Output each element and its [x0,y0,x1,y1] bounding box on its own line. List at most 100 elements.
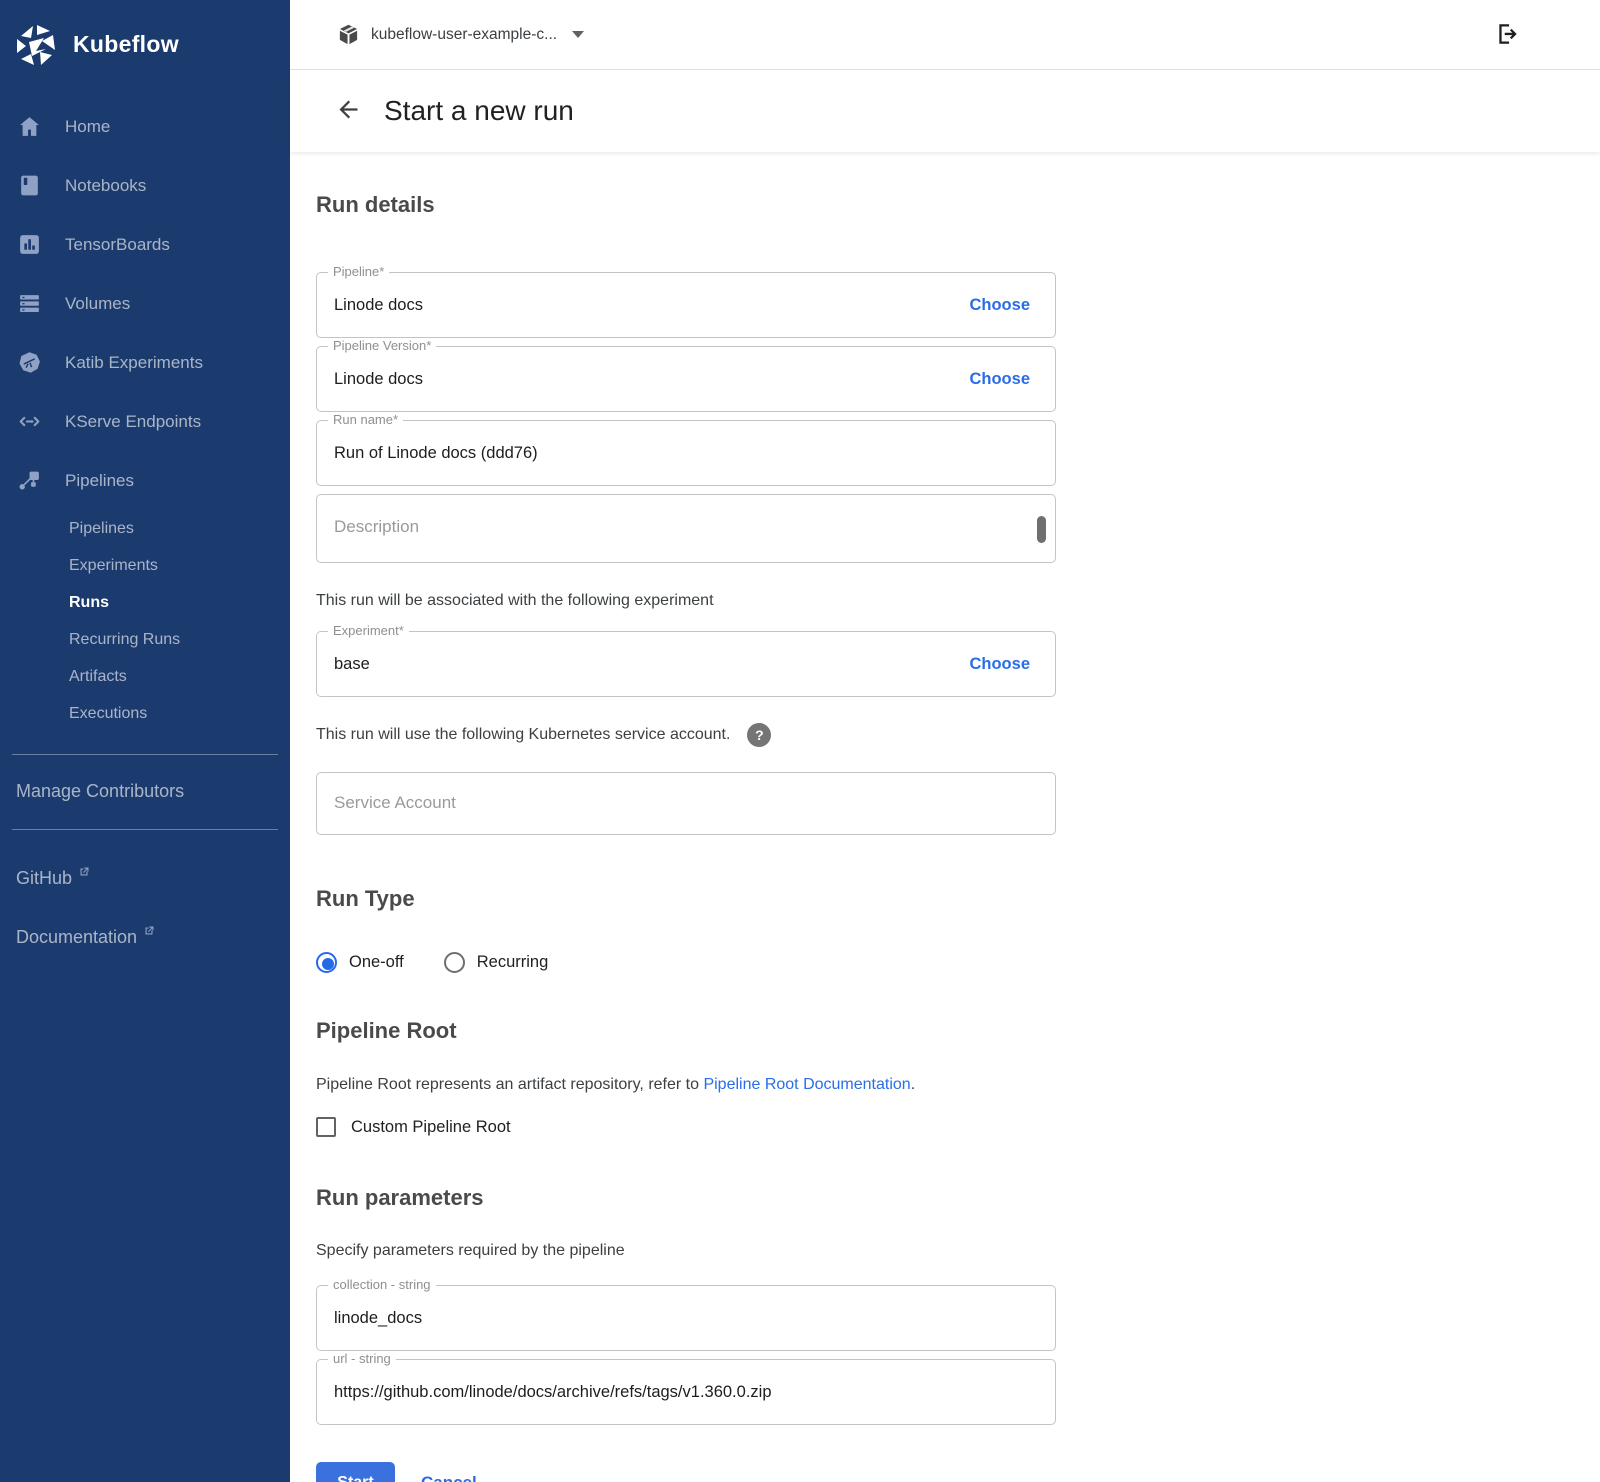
logo-text: Kubeflow [73,31,179,58]
subnav-item-runs[interactable]: Runs [0,584,290,621]
sidebar-item-label: Pipelines [65,471,134,491]
external-link-label: Documentation [16,927,137,948]
sidebar-item-label: Home [65,117,110,137]
param-collection-field: collection - string [316,1285,1056,1351]
subnav-item-artifacts[interactable]: Artifacts [0,658,290,695]
run-name-field: Run name* [316,420,1056,486]
sidebar-nav: Home Notebooks TensorBoards Volumes Kati… [0,97,290,732]
param-url-input[interactable] [334,1383,1038,1402]
kubeflow-logo[interactable]: Kubeflow [0,0,290,74]
service-account-note: This run will use the following Kubernet… [316,726,730,744]
sidebar-item-label: TensorBoards [65,235,170,255]
sidebar-item-notebooks[interactable]: Notebooks [0,156,290,215]
sidebar-item-label: Volumes [65,294,130,314]
endpoints-icon [17,409,42,434]
radio-selected-icon[interactable] [316,952,337,973]
pipeline-root-text: Pipeline Root represents an artifact rep… [316,1076,1056,1094]
pipeline-root-text-after: . [911,1076,915,1093]
main-area: kubeflow-user-example-c... Start a new r… [290,0,1600,1482]
subnav-item-recurring-runs[interactable]: Recurring Runs [0,621,290,658]
run-type-heading: Run Type [316,886,1056,912]
sidebar-item-home[interactable]: Home [0,97,290,156]
experiment-input[interactable] [334,655,961,674]
katib-icon [17,350,42,375]
radio-option-recurring[interactable]: Recurring [444,952,549,973]
run-parameters-subtitle: Specify parameters required by the pipel… [316,1242,1056,1260]
pipeline-version-field: Pipeline Version* Choose [316,346,1056,412]
cancel-button[interactable]: Cancel [421,1473,477,1482]
back-arrow-icon [335,96,362,123]
checkbox-unchecked-icon[interactable] [316,1117,336,1137]
pipeline-version-choose-button[interactable]: Choose [961,370,1038,389]
subnav-label: Executions [69,705,147,723]
sidebar-item-label: KServe Endpoints [65,412,201,432]
notebook-icon [17,173,42,198]
pipeline-version-field-label: Pipeline Version* [328,338,436,353]
pipelines-icon [17,468,42,493]
subnav-label: Experiments [69,557,158,575]
home-icon [17,114,42,139]
sidebar-item-tensorboards[interactable]: TensorBoards [0,215,290,274]
start-button[interactable]: Start [316,1462,395,1482]
sidebar-item-manage-contributors[interactable]: Manage Contributors [0,755,290,829]
pipeline-root-doc-link[interactable]: Pipeline Root Documentation [703,1076,910,1093]
checkbox-label: Custom Pipeline Root [351,1118,511,1137]
tensorboard-icon [17,232,42,257]
volumes-icon [17,291,42,316]
service-account-note-row: This run will use the following Kubernet… [316,723,1056,747]
service-account-input[interactable] [317,773,1017,813]
topbar: kubeflow-user-example-c... [290,0,1600,70]
sidebar-item-volumes[interactable]: Volumes [0,274,290,333]
pipeline-choose-button[interactable]: Choose [961,296,1038,315]
namespace-selector[interactable]: kubeflow-user-example-c... [337,23,584,46]
sidebar-item-kserve-endpoints[interactable]: KServe Endpoints [0,392,290,451]
radio-unselected-icon[interactable] [444,952,465,973]
run-type-options: One-off Recurring [316,952,1056,973]
subnav-label: Artifacts [69,668,127,686]
help-icon[interactable]: ? [747,723,771,747]
sidebar-link-documentation[interactable]: Documentation [0,927,290,948]
description-field [316,494,1056,563]
sidebar-item-pipelines[interactable]: Pipelines [0,451,290,510]
custom-pipeline-root-option[interactable]: Custom Pipeline Root [316,1117,1056,1137]
experiment-field-label: Experiment* [328,623,409,638]
param-url-label: url - string [328,1351,396,1366]
experiment-choose-button[interactable]: Choose [961,655,1038,674]
subnav-label: Pipelines [69,520,134,538]
service-account-field [316,772,1056,835]
param-collection-label: collection - string [328,1277,436,1292]
run-name-input[interactable] [334,444,1038,463]
back-button[interactable] [333,96,363,126]
sidebar-divider [12,829,278,830]
param-collection-input[interactable] [334,1309,1038,1328]
subnav-label: Recurring Runs [69,631,180,649]
pipeline-version-input[interactable] [334,370,961,389]
sidebar: Kubeflow Home Notebooks TensorBoards Vol… [0,0,290,1482]
sidebar-item-label: Notebooks [65,176,146,196]
pipeline-field: Pipeline* Choose [316,272,1056,338]
package-icon [337,23,360,46]
radio-label: Recurring [477,953,549,972]
subnav-item-experiments[interactable]: Experiments [0,547,290,584]
external-link-icon [143,925,155,937]
pipeline-root-text-before: Pipeline Root represents an artifact rep… [316,1076,703,1093]
description-textarea[interactable] [317,495,1017,562]
logout-button[interactable] [1494,21,1522,49]
pipeline-input[interactable] [334,296,961,315]
subnav-item-pipelines[interactable]: Pipelines [0,510,290,547]
run-parameters-heading: Run parameters [316,1185,1056,1211]
page-content: Run details Pipeline* Choose Pipeline Ve… [290,152,1600,1482]
pipeline-root-heading: Pipeline Root [316,1018,1056,1044]
sidebar-link-github[interactable]: GitHub [0,868,290,889]
external-link-label: GitHub [16,868,72,889]
radio-option-one-off[interactable]: One-off [316,952,404,973]
radio-label: One-off [349,953,404,972]
external-link-icon [78,866,90,878]
subnav-item-executions[interactable]: Executions [0,695,290,732]
page-header: Start a new run [290,70,1600,152]
sidebar-item-katib-experiments[interactable]: Katib Experiments [0,333,290,392]
logout-icon [1495,21,1521,47]
pipelines-subnav: Pipelines Experiments Runs Recurring Run… [0,510,290,732]
scrollbar-thumb[interactable] [1037,516,1046,543]
experiment-note: This run will be associated with the fol… [316,592,1056,610]
